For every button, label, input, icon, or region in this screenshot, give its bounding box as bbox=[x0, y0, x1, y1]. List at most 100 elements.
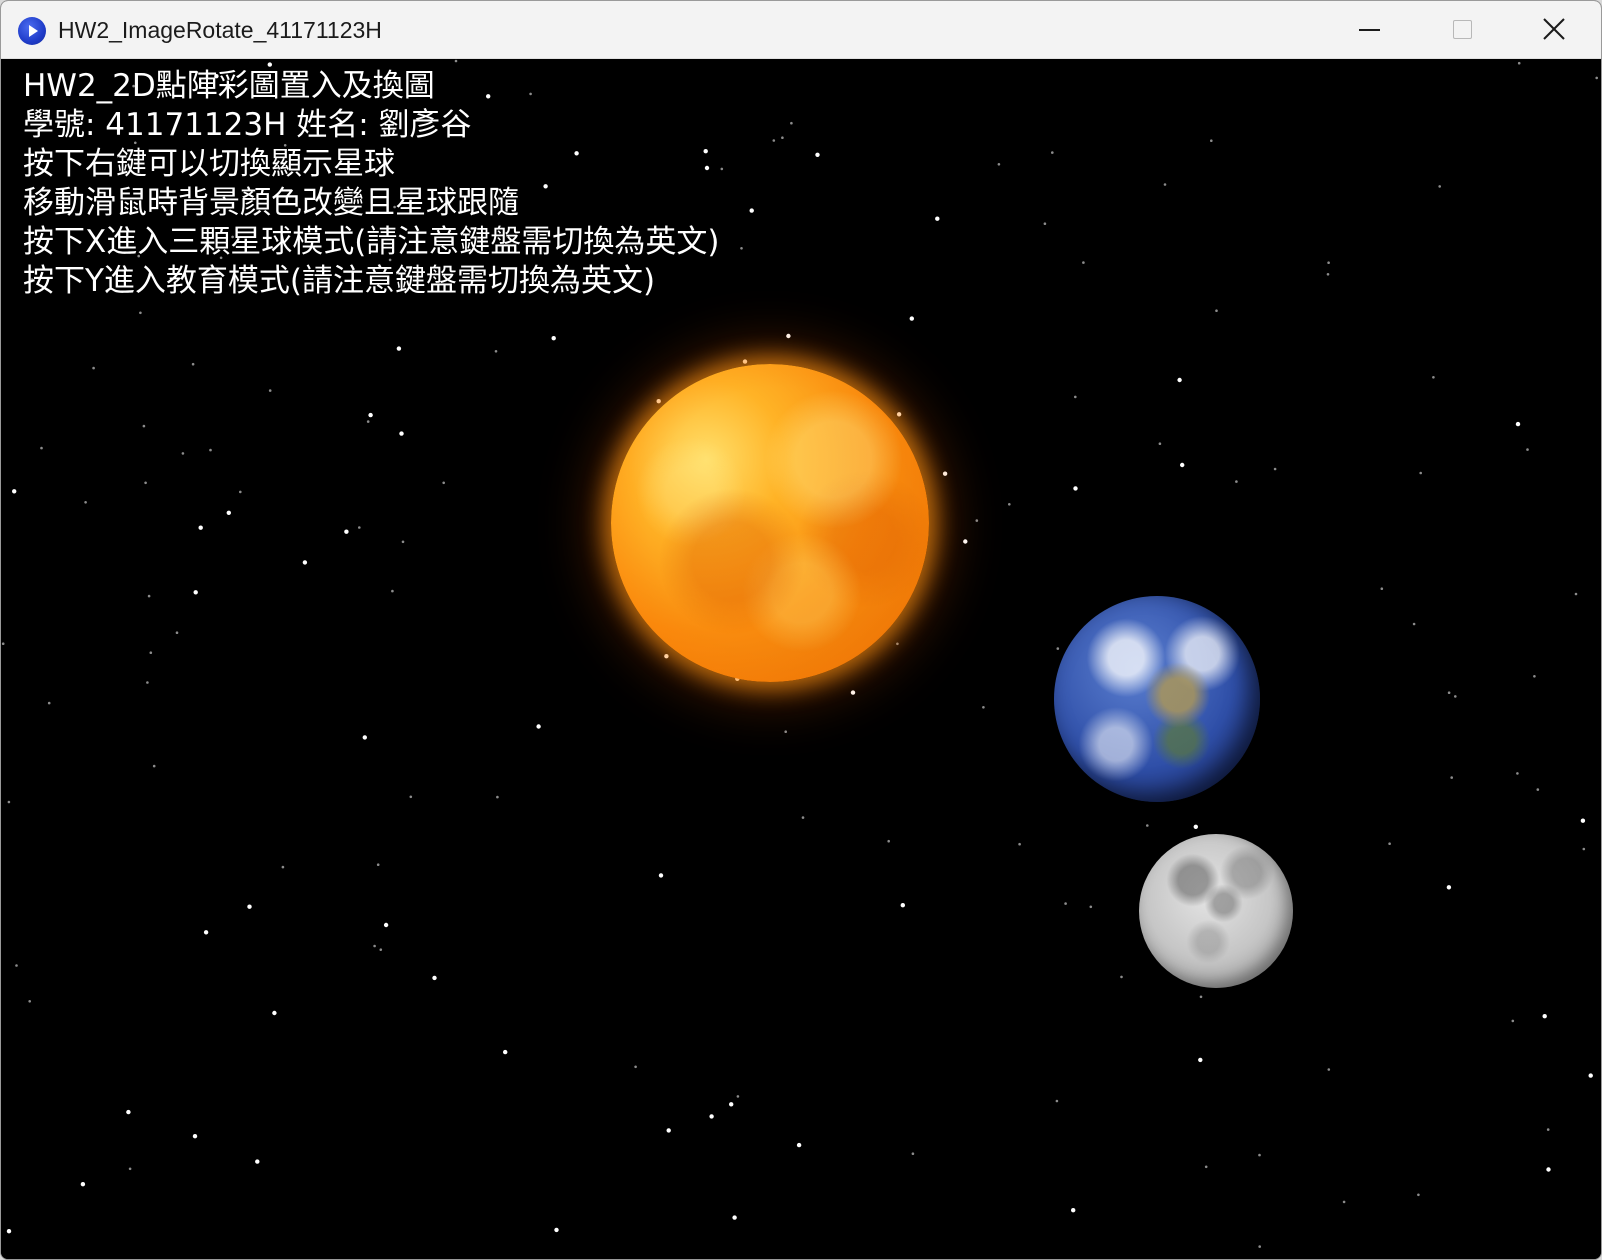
star bbox=[772, 139, 776, 142]
star bbox=[175, 631, 179, 634]
star bbox=[1210, 139, 1213, 142]
star bbox=[720, 167, 724, 171]
star bbox=[1580, 818, 1586, 823]
star bbox=[281, 865, 285, 869]
star bbox=[1008, 503, 1011, 506]
star bbox=[1258, 1245, 1261, 1248]
star bbox=[1, 642, 5, 645]
star bbox=[975, 519, 979, 522]
star bbox=[1536, 788, 1540, 791]
star bbox=[911, 1152, 915, 1155]
title-bar[interactable]: HW2_ImageRotate_41171123H bbox=[1, 1, 1601, 59]
star bbox=[191, 362, 195, 366]
star bbox=[7, 800, 11, 804]
minimize-button[interactable] bbox=[1325, 1, 1417, 58]
star bbox=[732, 1215, 737, 1220]
star bbox=[1089, 905, 1093, 909]
star bbox=[302, 560, 308, 565]
sun-planet bbox=[611, 364, 929, 682]
star bbox=[1432, 376, 1435, 379]
star bbox=[1064, 902, 1067, 905]
star bbox=[1326, 273, 1330, 276]
star bbox=[376, 863, 380, 866]
star bbox=[801, 816, 805, 819]
star bbox=[144, 481, 147, 485]
star bbox=[1199, 995, 1203, 999]
star bbox=[84, 501, 87, 504]
star bbox=[247, 904, 252, 909]
star bbox=[1163, 183, 1167, 186]
star bbox=[1388, 842, 1391, 845]
star bbox=[139, 311, 142, 315]
instruction-right-click: 按下右鍵可以切換顯示星球 bbox=[23, 146, 395, 182]
star bbox=[736, 1095, 740, 1098]
star bbox=[742, 359, 748, 364]
star bbox=[709, 1114, 714, 1119]
star bbox=[1120, 975, 1123, 979]
play-app-icon bbox=[18, 17, 46, 45]
star bbox=[1177, 377, 1182, 383]
maximize-button[interactable] bbox=[1417, 1, 1509, 58]
star bbox=[784, 730, 787, 733]
star bbox=[47, 701, 51, 705]
star bbox=[1074, 395, 1077, 399]
star bbox=[1412, 622, 1416, 626]
star bbox=[40, 446, 43, 450]
star bbox=[1450, 776, 1453, 779]
assignment-title: HW2_2D點陣彩圖置入及換圖 bbox=[23, 68, 435, 104]
star bbox=[454, 59, 458, 63]
star bbox=[1051, 151, 1054, 154]
star bbox=[209, 448, 212, 452]
star bbox=[1073, 486, 1078, 491]
star bbox=[368, 412, 373, 418]
star bbox=[409, 795, 413, 799]
star bbox=[147, 594, 151, 598]
star bbox=[255, 1159, 260, 1164]
star bbox=[193, 590, 198, 595]
close-icon bbox=[1543, 18, 1565, 40]
star bbox=[1018, 842, 1021, 846]
star bbox=[239, 490, 242, 494]
star bbox=[272, 1010, 277, 1016]
star bbox=[1146, 824, 1149, 827]
star bbox=[80, 1182, 86, 1187]
star bbox=[366, 420, 370, 423]
star bbox=[1546, 1128, 1550, 1131]
star bbox=[92, 366, 95, 370]
star bbox=[503, 1049, 508, 1055]
star bbox=[1056, 647, 1060, 650]
star bbox=[1533, 675, 1536, 678]
star bbox=[749, 208, 754, 213]
star bbox=[666, 1128, 671, 1133]
student-info: 學號: 41171123H 姓名: 劉彥谷 bbox=[23, 107, 472, 143]
close-button[interactable] bbox=[1509, 1, 1601, 58]
star bbox=[1071, 1208, 1076, 1213]
star bbox=[268, 389, 272, 392]
star bbox=[1574, 592, 1578, 596]
star bbox=[152, 764, 156, 768]
star bbox=[396, 346, 402, 351]
star bbox=[1215, 309, 1218, 312]
star bbox=[181, 452, 185, 455]
star bbox=[432, 975, 437, 981]
star bbox=[1542, 1014, 1547, 1019]
sketch-canvas[interactable]: HW2_2D點陣彩圖置入及換圖 學號: 41171123H 姓名: 劉彥谷 按下… bbox=[1, 59, 1601, 1259]
star bbox=[149, 651, 153, 654]
star bbox=[935, 216, 940, 221]
star bbox=[198, 525, 203, 530]
star bbox=[1588, 1073, 1593, 1078]
star bbox=[1417, 1193, 1420, 1197]
star bbox=[909, 316, 914, 321]
star bbox=[536, 724, 541, 729]
star bbox=[1273, 467, 1277, 471]
star bbox=[362, 735, 367, 740]
instruction-mouse-move: 移動滑鼠時背景顏色改變且星球跟隨 bbox=[23, 185, 519, 221]
star bbox=[729, 1102, 734, 1107]
star bbox=[496, 795, 499, 799]
star bbox=[1454, 695, 1457, 698]
star bbox=[1193, 824, 1199, 829]
star bbox=[15, 964, 18, 967]
instruction-x-key: 按下X進入三顆星球模式(請注意鍵盤需切換為英文) bbox=[23, 224, 720, 260]
star bbox=[1342, 1200, 1346, 1204]
star bbox=[142, 424, 146, 428]
